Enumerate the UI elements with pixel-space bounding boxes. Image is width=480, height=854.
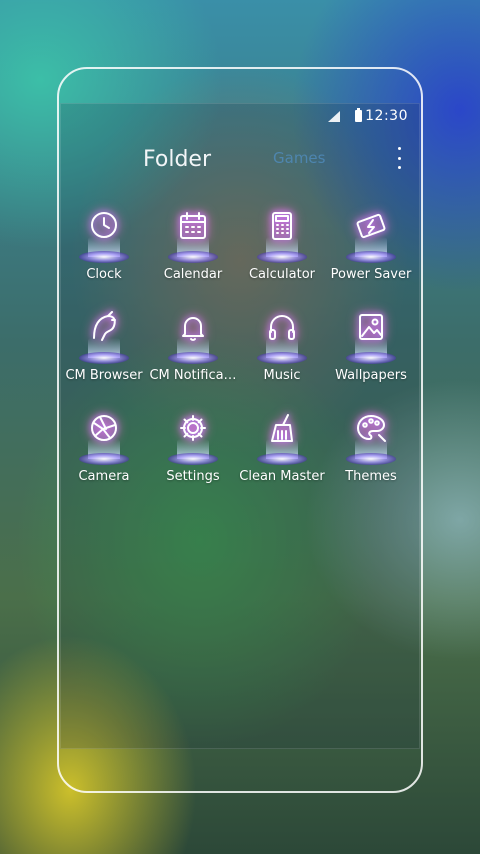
- app-cm-browser[interactable]: CM Browser: [59, 306, 149, 383]
- status-bar: 12:30: [60, 103, 420, 129]
- app-clean-master[interactable]: Clean Master: [237, 407, 327, 484]
- gear-icon: [180, 415, 206, 441]
- app-power-saver[interactable]: Power Saver: [326, 205, 416, 282]
- app-label: CM Notifica…: [149, 368, 237, 383]
- app-cm-notification[interactable]: CM Notifica…: [148, 306, 238, 383]
- app-label: Power Saver: [330, 267, 412, 282]
- picture-icon: [359, 314, 383, 340]
- app-label: Clean Master: [239, 469, 325, 484]
- app-label: Camera: [78, 469, 130, 484]
- calculator-icon: [272, 212, 292, 240]
- app-wallpapers[interactable]: Wallpapers: [326, 306, 416, 383]
- app-clock[interactable]: Clock: [59, 205, 149, 282]
- signal-icon: [328, 111, 340, 122]
- status-time: 12:30: [365, 108, 408, 124]
- app-label: Themes: [345, 469, 397, 484]
- app-music[interactable]: Music: [237, 306, 327, 383]
- app-label: Calendar: [163, 267, 223, 282]
- app-calendar[interactable]: Calendar: [148, 205, 238, 282]
- battery-status-icon: [355, 108, 362, 122]
- headphones-icon: [269, 315, 295, 340]
- more-vert-icon: [397, 147, 401, 150]
- app-label: Clock: [86, 267, 122, 282]
- app-label: CM Browser: [65, 368, 143, 383]
- app-settings[interactable]: Settings: [148, 407, 238, 484]
- palette-icon: [357, 415, 386, 442]
- bell-icon: [182, 317, 204, 341]
- app-label: Music: [263, 368, 301, 383]
- tab-games[interactable]: Games: [273, 149, 325, 167]
- app-label: Calculator: [248, 267, 315, 282]
- calendar-icon: [180, 212, 206, 239]
- browser-icon: [93, 311, 116, 341]
- app-label: Settings: [166, 469, 220, 484]
- clock-icon: [91, 212, 117, 238]
- app-camera[interactable]: Camera: [59, 407, 149, 484]
- overflow-menu-button[interactable]: [392, 146, 406, 170]
- app-label: Wallpapers: [335, 368, 407, 383]
- battery-icon: [356, 213, 386, 239]
- tab-folder[interactable]: Folder: [143, 147, 211, 172]
- app-themes[interactable]: Themes: [326, 407, 416, 484]
- app-calculator[interactable]: Calculator: [237, 205, 327, 282]
- broom-icon: [271, 414, 293, 442]
- aperture-icon: [91, 415, 117, 441]
